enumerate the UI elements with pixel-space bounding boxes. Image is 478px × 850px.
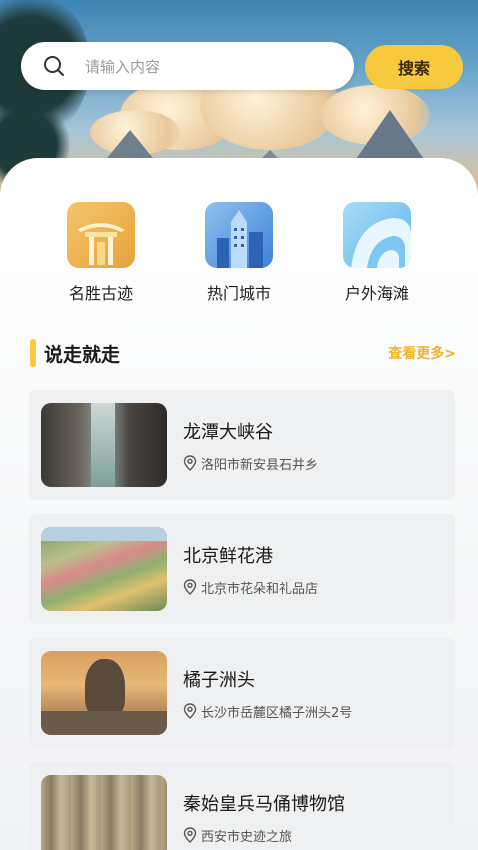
- place-name: 秦始皇兵马俑博物馆: [183, 793, 345, 815]
- category-row: 名胜古迹 热门城市 户外海滩: [0, 202, 478, 304]
- content-panel: 名胜古迹 热门城市 户外海滩 说走就走 查看更多> 龙潭大峡谷 洛阳市新安县石井…: [0, 158, 478, 850]
- place-location: 洛阳市新安县石井乡: [201, 457, 319, 473]
- list-item[interactable]: 橘子洲头 长沙市岳麓区橘子洲头2号: [29, 638, 455, 748]
- place-thumbnail: [41, 775, 167, 850]
- pavilion-icon: [67, 202, 135, 268]
- category-popular-cities[interactable]: 热门城市: [184, 202, 294, 304]
- section-header: 说走就走 查看更多>: [30, 338, 456, 368]
- section-accent-bar: [30, 339, 36, 367]
- location-pin-icon: [183, 703, 197, 719]
- view-more-link[interactable]: 查看更多>: [388, 343, 456, 363]
- place-name: 橘子洲头: [183, 669, 255, 691]
- search-input[interactable]: 请输入内容: [85, 56, 160, 77]
- place-name: 北京鲜花港: [183, 545, 273, 567]
- beach-wave-icon: [343, 202, 411, 268]
- place-location: 西安市史迹之旅: [201, 829, 293, 845]
- category-label: 热门城市: [206, 284, 271, 303]
- search-icon: [43, 55, 65, 77]
- category-label: 名胜古迹: [68, 284, 133, 303]
- place-list: 龙潭大峡谷 洛阳市新安县石井乡 北京鲜花港 北京市花朵和礼品店 橘子洲头 长沙市…: [29, 390, 455, 850]
- place-location: 北京市花朵和礼品店: [201, 581, 319, 597]
- place-name: 龙潭大峡谷: [183, 421, 273, 443]
- location-pin-icon: [183, 827, 197, 843]
- list-item[interactable]: 北京鲜花港 北京市花朵和礼品店: [29, 514, 455, 624]
- search-bar[interactable]: 请输入内容: [21, 42, 354, 90]
- category-scenic-spots[interactable]: 名胜古迹: [46, 202, 156, 304]
- place-thumbnail: [41, 651, 167, 735]
- section-title: 说走就走: [44, 343, 121, 366]
- place-thumbnail: [41, 527, 167, 611]
- place-thumbnail: [41, 403, 167, 487]
- city-buildings-icon: [205, 202, 273, 268]
- location-pin-icon: [183, 455, 197, 471]
- list-item[interactable]: 龙潭大峡谷 洛阳市新安县石井乡: [29, 390, 455, 500]
- list-item[interactable]: 秦始皇兵马俑博物馆 西安市史迹之旅: [29, 762, 455, 850]
- place-location: 长沙市岳麓区橘子洲头2号: [201, 705, 353, 721]
- category-label: 户外海滩: [344, 284, 409, 303]
- search-button[interactable]: 搜索: [365, 45, 463, 89]
- category-outdoor-beach[interactable]: 户外海滩: [322, 202, 432, 304]
- location-pin-icon: [183, 579, 197, 595]
